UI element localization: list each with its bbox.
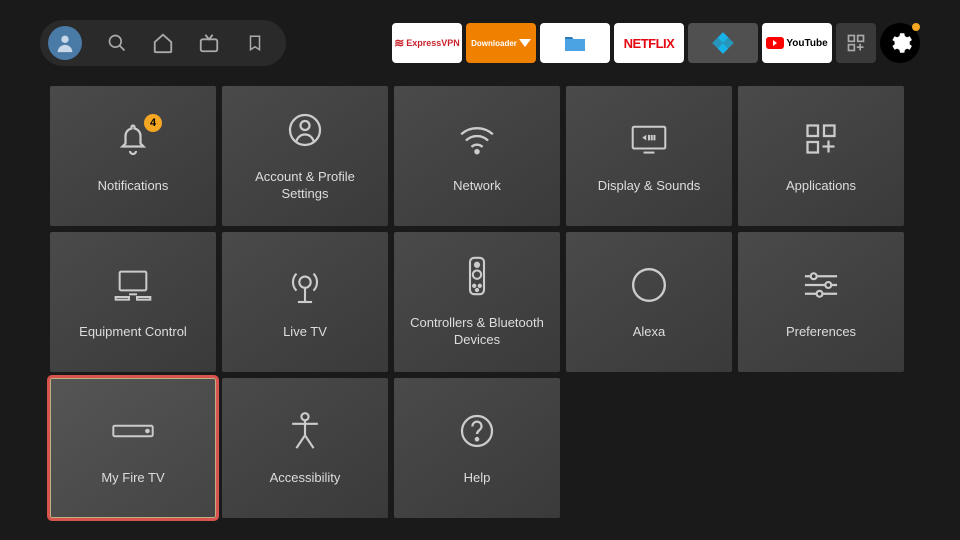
- settings-card-display[interactable]: Display & Sounds: [566, 86, 732, 226]
- accessibility-icon: [284, 410, 326, 452]
- settings-card-wifi[interactable]: Network: [394, 86, 560, 226]
- card-label: Applications: [786, 178, 856, 195]
- card-label: Display & Sounds: [598, 178, 701, 195]
- bookmark-button[interactable]: [244, 32, 266, 54]
- card-label: Preferences: [786, 324, 856, 341]
- settings-card-firetv[interactable]: My Fire TV: [50, 378, 216, 518]
- help-icon: [456, 410, 498, 452]
- gear-icon: [887, 30, 913, 56]
- app-label: NETFLIX: [624, 36, 675, 51]
- app-netflix[interactable]: NETFLIX: [614, 23, 684, 63]
- live-button[interactable]: [198, 32, 220, 54]
- home-icon: [152, 32, 174, 54]
- card-label: Accessibility: [270, 470, 341, 487]
- settings-card-accessibility[interactable]: Accessibility: [222, 378, 388, 518]
- display-icon: [628, 118, 670, 160]
- settings-grid: Notifications 4 Account & Profile Settings…: [0, 86, 960, 518]
- settings-card-bell[interactable]: Notifications 4: [50, 86, 216, 226]
- settings-card-controller[interactable]: Controllers & Bluetooth Devices: [394, 232, 560, 372]
- app-label: Downloader: [471, 39, 517, 48]
- wifi-icon: [456, 118, 498, 160]
- settings-card-sliders[interactable]: Preferences: [738, 232, 904, 372]
- settings-card-alexa[interactable]: Alexa: [566, 232, 732, 372]
- card-label: Help: [464, 470, 491, 487]
- card-label: Equipment Control: [79, 324, 187, 341]
- livetv-icon: [284, 264, 326, 306]
- search-icon: [107, 33, 127, 53]
- app-youtube[interactable]: YouTube: [762, 23, 832, 63]
- card-label: Alexa: [633, 324, 666, 341]
- nav-pill: [40, 20, 286, 66]
- notification-badge: 4: [144, 114, 162, 132]
- app-shortcuts: ≋ExpressVPN Downloader NETFLIX YouTube: [392, 23, 920, 63]
- card-label: Live TV: [283, 324, 327, 341]
- kodi-icon: [710, 30, 736, 56]
- firetv-icon: [112, 410, 154, 452]
- apps-icon: [800, 118, 842, 160]
- sliders-icon: [800, 264, 842, 306]
- settings-card-help[interactable]: Help: [394, 378, 560, 518]
- card-label: Controllers & Bluetooth Devices: [404, 315, 550, 349]
- profile-icon: [284, 109, 326, 151]
- settings-card-profile[interactable]: Account & Profile Settings: [222, 86, 388, 226]
- equipment-icon: [112, 264, 154, 306]
- card-label: Account & Profile Settings: [232, 169, 378, 203]
- app-es-explorer[interactable]: [540, 23, 610, 63]
- card-label: Notifications: [98, 178, 169, 195]
- bookmark-icon: [246, 33, 264, 53]
- card-label: Network: [453, 178, 501, 195]
- apps-grid-icon: [846, 33, 866, 53]
- alexa-icon: [628, 264, 670, 306]
- app-expressvpn[interactable]: ≋ExpressVPN: [392, 23, 462, 63]
- settings-card-livetv[interactable]: Live TV: [222, 232, 388, 372]
- download-arrow-icon: [519, 39, 531, 47]
- card-label: My Fire TV: [101, 470, 164, 487]
- search-button[interactable]: [106, 32, 128, 54]
- tv-icon: [198, 32, 220, 54]
- home-button[interactable]: [152, 32, 174, 54]
- controller-icon: [456, 255, 498, 297]
- app-downloader[interactable]: Downloader: [466, 23, 536, 63]
- apps-more-button[interactable]: [836, 23, 876, 63]
- app-label: ExpressVPN: [406, 38, 460, 48]
- settings-button[interactable]: [880, 23, 920, 63]
- profile-button[interactable]: [48, 26, 82, 60]
- top-navigation: ≋ExpressVPN Downloader NETFLIX YouTube: [0, 0, 960, 86]
- youtube-play-icon: [766, 37, 784, 49]
- folder-icon: [562, 33, 588, 53]
- app-label: YouTube: [786, 38, 827, 49]
- settings-card-apps[interactable]: Applications: [738, 86, 904, 226]
- app-kodi[interactable]: [688, 23, 758, 63]
- profile-icon: [54, 32, 76, 54]
- settings-notification-dot: [912, 23, 920, 31]
- settings-card-equipment[interactable]: Equipment Control: [50, 232, 216, 372]
